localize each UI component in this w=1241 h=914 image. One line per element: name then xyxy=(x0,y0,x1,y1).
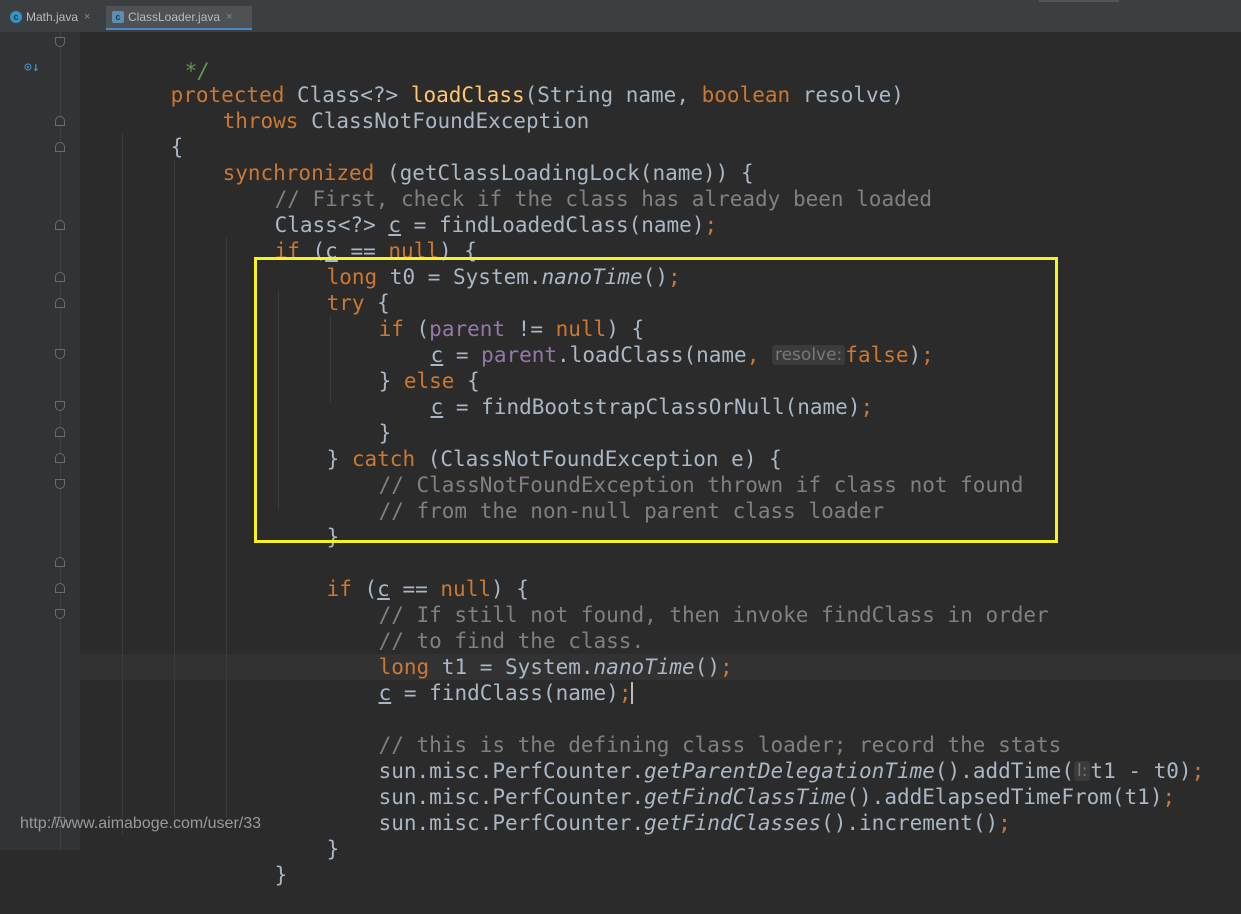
code-line: } xyxy=(328,394,392,445)
gutter-divider xyxy=(60,32,61,850)
code-line: */ xyxy=(134,32,210,83)
code-token: ; xyxy=(998,811,1011,835)
code-line: Class<?> c = findLoadedClass(name); xyxy=(224,186,718,237)
code-token: ; xyxy=(618,681,632,705)
fold-marker[interactable] xyxy=(55,479,65,489)
class-file-icon: c xyxy=(10,11,22,23)
code-line: // from the non-null parent class loader xyxy=(328,472,885,523)
code-token: } xyxy=(274,863,288,887)
code-line: long t1 = System.nanoTime(); xyxy=(328,628,733,679)
code-line: sun.misc.PerfCounter.getFindClassTime().… xyxy=(328,758,1176,809)
code-token: ; xyxy=(719,655,733,679)
code-line: } xyxy=(224,836,288,887)
fold-marker[interactable] xyxy=(55,298,65,308)
editor-gutter xyxy=(0,32,80,850)
code-line: long t0 = System.nanoTime(); xyxy=(276,238,681,289)
code-line: } xyxy=(276,498,340,549)
code-line: sun.misc.PerfCounter.getFindClasses().in… xyxy=(328,784,1011,835)
tabbar-separator xyxy=(1039,0,1119,2)
indent-guide xyxy=(122,134,123,834)
code-line: throws ClassNotFoundException xyxy=(172,82,590,133)
fold-marker[interactable] xyxy=(55,609,65,619)
code-token: throws xyxy=(222,109,299,133)
code-line: if (parent != null) { xyxy=(328,290,645,341)
tab-label: Math.java xyxy=(26,10,79,24)
code-token: ; xyxy=(921,343,934,367)
fold-marker[interactable] xyxy=(55,583,65,593)
tab-classloader-java[interactable]: c ClassLoader.java × xyxy=(106,6,252,30)
fold-marker[interactable] xyxy=(55,401,65,411)
fold-marker[interactable] xyxy=(55,453,65,463)
close-tab-icon[interactable]: × xyxy=(84,11,90,23)
indent-guide xyxy=(174,160,175,830)
fold-marker[interactable] xyxy=(55,427,65,437)
code-line: sun.misc.PerfCounter.getParentDelegation… xyxy=(328,732,1205,783)
code-line: c = findBootstrapClassOrNull(name); xyxy=(380,368,874,419)
code-line: synchronized (getClassLoadingLock(name))… xyxy=(172,134,754,185)
editor-tab-bar: c Math.java × c ClassLoader.java × xyxy=(0,0,1241,33)
indent-guide xyxy=(226,238,227,818)
code-token: sun.misc.PerfCounter. xyxy=(378,811,645,835)
code-token: getFindClasses xyxy=(644,811,822,835)
code-token: false xyxy=(845,343,909,367)
code-line: protected Class<?> loadClass(String name… xyxy=(120,56,904,107)
code-token: () xyxy=(642,265,668,289)
fold-marker[interactable] xyxy=(55,272,65,282)
watermark-url: http://www.aimaboge.com/user/33 xyxy=(20,815,262,832)
code-line: } catch (ClassNotFoundException e) { xyxy=(276,420,782,471)
close-tab-icon[interactable]: × xyxy=(226,11,232,23)
tab-math-java[interactable]: c Math.java × xyxy=(4,6,96,28)
fold-marker[interactable] xyxy=(55,557,65,567)
code-token: , xyxy=(746,343,772,367)
code-line: if (c == null) { xyxy=(224,212,477,263)
code-line: // this is the defining class loader; re… xyxy=(328,706,1062,757)
code-token: = findBootstrapClassOrNull(name) xyxy=(443,395,861,419)
code-token: ) xyxy=(908,343,922,367)
code-line: // If still not found, then invoke findC… xyxy=(328,576,1049,627)
code-line: c = findClass(name); xyxy=(328,654,634,705)
code-token: ; xyxy=(704,213,718,237)
code-token: c xyxy=(430,395,444,419)
code-line: // to find the class. xyxy=(328,602,645,653)
code-token: } xyxy=(326,525,340,549)
code-line: { xyxy=(120,108,184,159)
fold-marker[interactable] xyxy=(55,116,65,126)
code-token: ().increment() xyxy=(821,811,999,835)
code-line: } xyxy=(276,810,340,861)
code-token: parent xyxy=(481,343,558,367)
fold-marker[interactable] xyxy=(55,37,65,47)
code-token: ; xyxy=(1191,759,1205,783)
code-token: .loadClass(name xyxy=(557,343,747,367)
code-line: // First, check if the class has already… xyxy=(224,160,932,211)
fold-marker[interactable] xyxy=(55,142,65,152)
fold-marker[interactable] xyxy=(55,349,65,359)
library-class-icon: c xyxy=(112,11,124,23)
code-line: // ClassNotFoundException thrown if clas… xyxy=(328,446,1024,497)
code-token: () xyxy=(694,655,720,679)
fold-marker[interactable] xyxy=(55,220,65,230)
code-token: ; xyxy=(1162,785,1176,809)
code-token: ; xyxy=(667,265,681,289)
code-token: boolean xyxy=(701,83,791,107)
code-token: nanoTime xyxy=(541,265,643,289)
code-token: = findClass(name) xyxy=(391,681,619,705)
code-token: // from the non-null parent class loader xyxy=(378,499,885,523)
tab-label: ClassLoader.java xyxy=(128,10,221,24)
code-token: ClassNotFoundException xyxy=(298,109,590,133)
code-line: if (c == null) { xyxy=(276,550,529,601)
code-token: resolve) xyxy=(790,83,904,107)
code-token: ; xyxy=(860,395,874,419)
code-line: c = parent.loadClass(name, resolve: false… xyxy=(380,316,934,367)
code-token: c xyxy=(378,681,392,705)
code-line: try { xyxy=(276,264,390,315)
code-line: } else { xyxy=(328,342,480,393)
code-token: t0 = System. xyxy=(377,265,542,289)
override-method-icon[interactable]: ⊙↓ xyxy=(24,61,40,75)
text-caret xyxy=(631,682,634,704)
code-token: } xyxy=(326,837,340,861)
parameter-hint: resolve: xyxy=(771,345,846,365)
